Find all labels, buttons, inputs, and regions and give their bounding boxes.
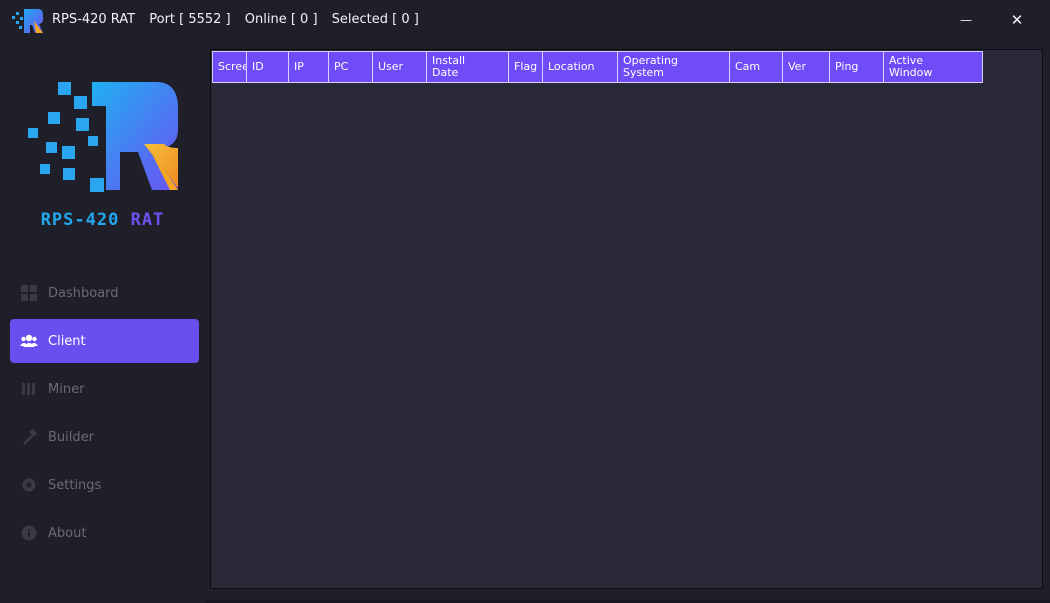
port-status: Port [ 5552 ]: [149, 12, 231, 27]
brand-logo-icon: [28, 82, 178, 192]
sidebar: RPS-420 RAT Dashboard Client Miner Build…: [0, 42, 205, 603]
sidebar-item-label: Miner: [48, 381, 85, 397]
selected-count: Selected [ 0 ]: [331, 12, 419, 27]
online-count: Online [ 0 ]: [244, 12, 318, 27]
sidebar-item-builder[interactable]: Builder: [10, 415, 199, 459]
sidebar-item-about[interactable]: About: [10, 511, 199, 555]
client-list-panel[interactable]: Screen ID IP PC User Install Date Flag L…: [210, 49, 1043, 589]
client-table-header: Screen ID IP PC User Install Date Flag L…: [212, 51, 983, 83]
column-header-cam[interactable]: Cam: [730, 52, 783, 82]
minimize-icon: —: [960, 13, 972, 27]
sidebar-item-settings[interactable]: Settings: [10, 463, 199, 507]
title-bar: RPS-420 RAT Port [ 5552 ] Online [ 0 ] S…: [0, 0, 1050, 42]
column-header-operating-system[interactable]: Operating System: [618, 52, 730, 82]
column-header-location[interactable]: Location: [543, 52, 618, 82]
column-header-active-window[interactable]: Active Window: [884, 52, 982, 82]
column-header-install-date[interactable]: Install Date: [427, 52, 509, 82]
brand-name: RPS-420 RAT: [0, 210, 205, 230]
dashboard-icon: [20, 284, 38, 302]
close-icon: ✕: [1010, 11, 1024, 29]
close-button[interactable]: ✕: [999, 6, 1035, 34]
brand-name-part2: RAT: [119, 210, 165, 230]
brand-name-part1: RPS-420: [40, 210, 120, 230]
sidebar-item-label: Settings: [48, 477, 102, 493]
column-header-ping[interactable]: Ping: [830, 52, 884, 82]
sidebar-item-label: Dashboard: [48, 285, 119, 301]
column-header-user[interactable]: User: [373, 52, 427, 82]
hammer-icon: [20, 428, 38, 446]
column-header-flag[interactable]: Flag: [509, 52, 543, 82]
sidebar-item-dashboard[interactable]: Dashboard: [10, 271, 199, 315]
sidebar-item-label: Builder: [48, 429, 94, 445]
window-title: RPS-420 RAT Port [ 5552 ] Online [ 0 ] S…: [52, 12, 429, 27]
column-header-ip[interactable]: IP: [289, 52, 329, 82]
column-header-ver[interactable]: Ver: [783, 52, 830, 82]
miner-icon: [20, 380, 38, 398]
users-icon: [20, 332, 38, 350]
app-name: RPS-420 RAT: [52, 12, 136, 27]
minimize-button[interactable]: —: [948, 6, 984, 34]
app-logo-icon: [12, 9, 43, 33]
column-header-id[interactable]: ID: [247, 52, 289, 82]
sidebar-item-label: About: [48, 525, 87, 541]
column-header-pc[interactable]: PC: [329, 52, 373, 82]
gear-icon: [20, 476, 38, 494]
sidebar-item-label: Client: [48, 333, 86, 349]
info-icon: [20, 524, 38, 542]
sidebar-item-client[interactable]: Client: [10, 319, 199, 363]
sidebar-item-miner[interactable]: Miner: [10, 367, 199, 411]
column-header-screen[interactable]: Screen: [213, 52, 247, 82]
